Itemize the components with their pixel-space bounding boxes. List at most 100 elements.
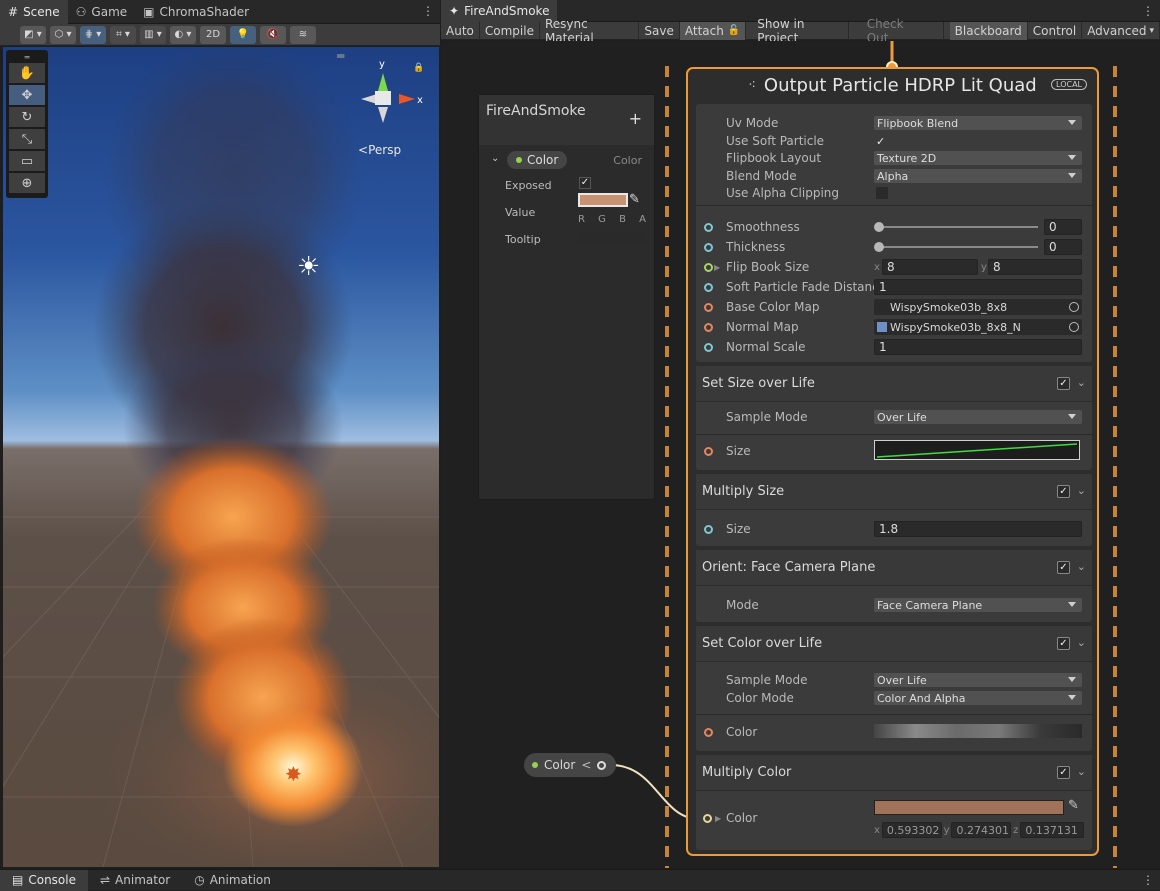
- uv-mode-dropdown[interactable]: Flipbook Blend: [874, 116, 1082, 130]
- audio-toggle-icon[interactable]: 🔇: [260, 25, 286, 44]
- tab-console[interactable]: ▤ Console: [0, 869, 88, 891]
- expand-arrow-icon[interactable]: ▶: [715, 814, 721, 823]
- tooltip-input[interactable]: [578, 231, 646, 245]
- expand-arrow-icon[interactable]: ▶: [714, 263, 720, 272]
- size-sample-mode-dropdown[interactable]: Over Life: [874, 410, 1082, 424]
- collapse-arrow[interactable]: <: [581, 758, 591, 772]
- bottom-menu-icon[interactable]: ⋮: [1142, 873, 1154, 887]
- tab-animation[interactable]: ◷ Animation: [182, 870, 283, 891]
- eyedropper-icon[interactable]: ✎: [629, 192, 640, 207]
- color-z-field[interactable]: 0.137131: [1020, 822, 1084, 838]
- input-port[interactable]: [704, 262, 713, 272]
- input-port[interactable]: [704, 242, 713, 252]
- save-button[interactable]: Save: [639, 21, 680, 40]
- input-port[interactable]: [704, 282, 713, 292]
- persp-label[interactable]: <Persp: [358, 143, 401, 157]
- vfx-menu-icon[interactable]: ⋮: [1142, 4, 1154, 18]
- show-in-project-button[interactable]: Show in Project: [752, 17, 849, 45]
- chevron-down-icon[interactable]: ⌄: [1077, 560, 1086, 573]
- color-mode-dropdown[interactable]: Color And Alpha: [874, 691, 1082, 705]
- block-enable-checkbox[interactable]: ✓: [1057, 561, 1070, 574]
- overlay-handle[interactable]: ═: [9, 53, 45, 62]
- particle-emitter-icon[interactable]: ✸: [285, 762, 302, 786]
- blackboard-toggle[interactable]: Blackboard: [949, 21, 1028, 40]
- advanced-dropdown[interactable]: Advanced ▾: [1082, 21, 1160, 40]
- blend-mode-dropdown[interactable]: Alpha: [874, 169, 1082, 183]
- base-color-map-field[interactable]: WispySmoke03b_8x8: [874, 299, 1082, 315]
- input-port[interactable]: [704, 446, 713, 456]
- tab-scene[interactable]: # Scene: [0, 0, 68, 24]
- block-multiply-size[interactable]: Multiply Size ✓ ⌄ Size 1.8: [696, 474, 1092, 546]
- connected-input-port[interactable]: [703, 813, 712, 823]
- orient-mode-dropdown[interactable]: Face Camera Plane: [874, 598, 1082, 612]
- input-port[interactable]: [704, 322, 713, 332]
- use-alpha-clipping-checkbox[interactable]: [876, 187, 888, 199]
- flipbook-y-field[interactable]: 8: [988, 259, 1082, 275]
- color-property-node[interactable]: Color <: [524, 753, 616, 777]
- tab-animator[interactable]: ⇌ Animator: [88, 870, 182, 891]
- chevron-down-icon[interactable]: ⌄: [1077, 484, 1086, 497]
- shading-cube-button[interactable]: ⬡ ▾: [50, 25, 76, 44]
- size-curve-field[interactable]: [874, 440, 1080, 460]
- multiply-size-field[interactable]: 1.8: [874, 521, 1082, 537]
- draw-mode-button[interactable]: ◩ ▾: [20, 25, 46, 44]
- grid-snap-button[interactable]: ⋕ ▾: [80, 25, 106, 44]
- scene-menu-icon[interactable]: ⋮: [422, 4, 434, 18]
- exposed-checkbox[interactable]: ✓: [579, 177, 591, 189]
- mode-2d-button[interactable]: 2D: [200, 25, 226, 44]
- block-orient[interactable]: Orient: Face Camera Plane ✓ ⌄ Mode Face Cam…: [696, 550, 1092, 622]
- tab-game[interactable]: ⚇ Game: [68, 0, 136, 24]
- compile-button[interactable]: Compile: [480, 21, 540, 40]
- thickness-slider-knob[interactable]: [874, 242, 884, 252]
- input-port[interactable]: [704, 302, 713, 312]
- rect-tool-icon[interactable]: ▭: [9, 151, 45, 171]
- object-picker-icon[interactable]: [1069, 322, 1079, 332]
- render-mode-button[interactable]: ◐ ▾: [170, 25, 196, 44]
- increment-snap-button[interactable]: ▥ ▾: [140, 25, 166, 44]
- block-enable-checkbox[interactable]: ✓: [1057, 637, 1070, 650]
- rotate-tool-icon[interactable]: ↻: [9, 107, 45, 127]
- normal-scale-field[interactable]: 1: [874, 339, 1082, 355]
- hand-tool-icon[interactable]: ✋: [9, 63, 45, 83]
- thickness-field[interactable]: 0: [1044, 239, 1082, 255]
- property-color-pill[interactable]: Color: [507, 151, 568, 169]
- chevron-down-icon[interactable]: ⌄: [1077, 636, 1086, 649]
- chevron-down-icon[interactable]: ⌄: [1077, 765, 1086, 778]
- auto-button[interactable]: Auto: [441, 21, 480, 40]
- output-particle-node[interactable]: ⁖ Output Particle HDRP Lit Quad LOCAL Uv…: [686, 67, 1099, 856]
- property-color-swatch[interactable]: [578, 193, 628, 207]
- chevron-down-icon[interactable]: ⌄: [1077, 376, 1086, 389]
- tab-fireandsmoke[interactable]: ✦ FireAndSmoke: [441, 0, 558, 22]
- color-y-field[interactable]: 0.274301: [951, 822, 1012, 838]
- block-enable-checkbox[interactable]: ✓: [1057, 377, 1070, 390]
- attach-button[interactable]: Attach 🔓: [679, 21, 747, 40]
- space-badge[interactable]: LOCAL: [1051, 79, 1087, 90]
- add-property-button[interactable]: +: [629, 109, 642, 128]
- color-gradient-field[interactable]: [874, 724, 1082, 738]
- control-toggle[interactable]: Control: [1028, 21, 1083, 40]
- color-output-port[interactable]: [597, 760, 607, 770]
- sun-light-icon[interactable]: ☀: [297, 252, 320, 282]
- color-x-field[interactable]: 0.593302: [881, 822, 942, 838]
- flipbook-layout-dropdown[interactable]: Texture 2D: [874, 151, 1082, 165]
- smoothness-slider-track[interactable]: [878, 226, 1038, 228]
- chevron-down-icon[interactable]: ⌄: [491, 153, 499, 164]
- smoothness-slider-knob[interactable]: [874, 222, 884, 232]
- block-set-color-over-life[interactable]: Set Color over Life ✓ ⌄ Sample Mode Over Li…: [696, 626, 1092, 751]
- scene-viewport[interactable]: ☀ ✸ y x ═ 🔒 <Persp: [3, 47, 439, 867]
- effects-toggle-icon[interactable]: ≋: [290, 25, 316, 44]
- snap-button[interactable]: ⌗ ▾: [110, 25, 136, 44]
- move-tool-icon[interactable]: ✥: [9, 85, 45, 105]
- thickness-slider-track[interactable]: [878, 246, 1038, 248]
- check-out-button[interactable]: Check Out: [849, 17, 944, 45]
- block-multiply-color[interactable]: Multiply Color ✓ ⌄ ✎ ▶ Color x 0.593302 y …: [696, 755, 1092, 850]
- block-enable-checkbox[interactable]: ✓: [1057, 485, 1070, 498]
- resync-material-button[interactable]: Resync Material: [540, 17, 640, 45]
- color-sample-mode-dropdown[interactable]: Over Life: [874, 673, 1082, 687]
- flipbook-x-field[interactable]: 8: [882, 259, 978, 275]
- soft-fade-field[interactable]: 1: [874, 279, 1082, 295]
- use-soft-particle-checkbox[interactable]: ✓: [876, 135, 885, 148]
- block-set-size-over-life[interactable]: Set Size over Life ✓ ⌄ Sample Mode Over Lif…: [696, 366, 1092, 470]
- block-enable-checkbox[interactable]: ✓: [1057, 766, 1070, 779]
- tab-chromashader[interactable]: ▣ ChromaShader: [135, 0, 257, 24]
